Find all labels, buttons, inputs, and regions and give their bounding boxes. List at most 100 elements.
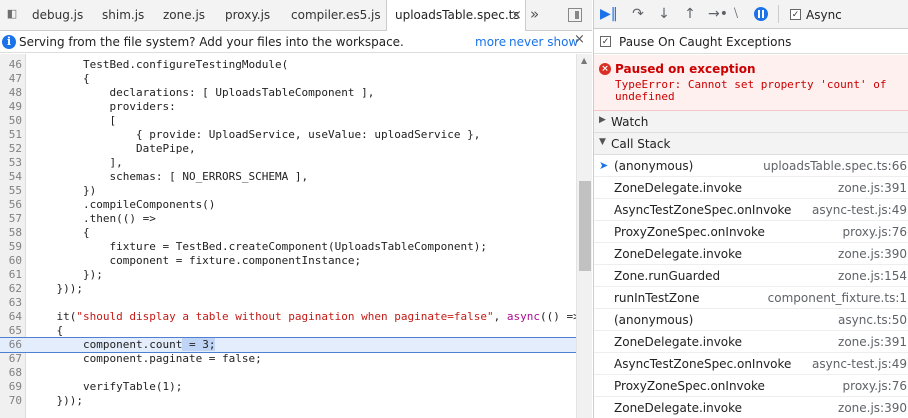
tab-zone-js[interactable]: zone.js: [163, 0, 205, 31]
code-line[interactable]: 52 DatePipe,: [0, 142, 576, 156]
call-frame[interactable]: ZoneDelegate.invoke zone.js:391: [594, 177, 908, 199]
line-number[interactable]: 47: [0, 72, 22, 86]
deactivate-breakpoints-icon[interactable]: ⧵: [728, 6, 744, 22]
navigator-toggle-icon[interactable]: ◧: [4, 6, 20, 22]
async-checkbox[interactable]: ✓: [790, 9, 801, 20]
code-line[interactable]: 63: [0, 296, 576, 310]
more-tabs-button[interactable]: »: [530, 0, 539, 31]
line-number[interactable]: 68: [0, 366, 22, 380]
code-line[interactable]: 68: [0, 366, 576, 380]
line-number[interactable]: 48: [0, 86, 22, 100]
line-number[interactable]: 59: [0, 240, 22, 254]
call-frame[interactable]: ProxyZoneSpec.onInvoke proxy.js:76: [594, 375, 908, 397]
scrollbar-thumb[interactable]: [579, 181, 591, 271]
call-frame[interactable]: ZoneDelegate.invoke zone.js:390: [594, 397, 908, 418]
code-line[interactable]: 64 it("should display a table without pa…: [0, 310, 580, 324]
line-number[interactable]: 61: [0, 268, 22, 282]
code-line[interactable]: 47 {: [0, 72, 576, 86]
frame-location-link[interactable]: component_fixture.ts:1: [768, 291, 907, 305]
code-editor[interactable]: 46 TestBed.configureTestingModule(47 {48…: [0, 54, 592, 418]
call-frame[interactable]: AsyncTestZoneSpec.onInvoke async-test.js:…: [594, 199, 908, 221]
line-number[interactable]: 60: [0, 254, 22, 268]
frame-location-link[interactable]: zone.js:391: [838, 335, 907, 349]
scroll-up-arrow-icon[interactable]: ▲: [581, 56, 587, 65]
code-line[interactable]: 49 providers:: [0, 100, 576, 114]
code-line[interactable]: 48 declarations: [ UploadsTableComponent…: [0, 86, 576, 100]
tab-debug-js[interactable]: debug.js: [32, 0, 83, 31]
code-line[interactable]: 55 }): [0, 184, 576, 198]
code-line[interactable]: 50 [: [0, 114, 576, 128]
call-frame[interactable]: (anonymous) async.ts:50: [594, 309, 908, 331]
line-number[interactable]: 56: [0, 198, 22, 212]
line-number[interactable]: 67: [0, 352, 22, 366]
tab-compiler-es5-js[interactable]: compiler.es5.js: [291, 0, 381, 31]
frame-location-link[interactable]: zone.js:154: [838, 269, 907, 283]
code-line[interactable]: 51 { provide: UploadService, useValue: u…: [0, 128, 576, 142]
frame-location-link[interactable]: async.ts:50: [838, 313, 907, 327]
line-number[interactable]: 69: [0, 380, 22, 394]
line-number[interactable]: 51: [0, 128, 22, 142]
frame-location-link[interactable]: proxy.js:76: [843, 379, 907, 393]
line-number[interactable]: 58: [0, 226, 22, 240]
code-line[interactable]: 57 .then(() =>: [0, 212, 576, 226]
pause-on-caught-checkbox[interactable]: ✓: [600, 36, 611, 47]
infobar-more-link[interactable]: more: [475, 35, 506, 49]
frame-location-link[interactable]: async-test.js:49: [812, 203, 907, 217]
code-line[interactable]: 46 TestBed.configureTestingModule(: [0, 58, 576, 72]
tab-shim-js[interactable]: shim.js: [102, 0, 144, 31]
call-frame[interactable]: runInTestZone component_fixture.ts:1: [594, 287, 908, 309]
line-number[interactable]: 64: [0, 310, 22, 324]
code-line[interactable]: 65 {: [0, 324, 576, 338]
frame-location-link[interactable]: zone.js:390: [838, 401, 907, 415]
call-frame[interactable]: ZoneDelegate.invoke zone.js:391: [594, 331, 908, 353]
code-line[interactable]: 58 {: [0, 226, 576, 240]
step-into-icon[interactable]: ↓: [656, 6, 672, 22]
frame-location-link[interactable]: zone.js:390: [838, 247, 907, 261]
resume-icon[interactable]: ▶‖: [600, 6, 618, 22]
editor-vertical-scrollbar[interactable]: ▲: [576, 54, 592, 418]
line-number[interactable]: 50: [0, 114, 22, 128]
line-number[interactable]: 66: [0, 338, 22, 352]
frame-location-link[interactable]: proxy.js:76: [843, 225, 907, 239]
code-line[interactable]: 56 .compileComponents(): [0, 198, 576, 212]
code-line[interactable]: 70 }));: [0, 394, 576, 408]
line-number[interactable]: 65: [0, 324, 22, 338]
watch-section-header[interactable]: ▶ Watch: [594, 111, 908, 133]
code-line[interactable]: 54 schemas: [ NO_ERRORS_SCHEMA ],: [0, 170, 576, 184]
call-frame[interactable]: AsyncTestZoneSpec.onInvoke async-test.js:…: [594, 353, 908, 375]
frame-location-link[interactable]: zone.js:391: [838, 181, 907, 195]
code-line[interactable]: 66 component.count = 3;: [0, 337, 577, 353]
call-frame[interactable]: Zone.runGuarded zone.js:154: [594, 265, 908, 287]
code-line[interactable]: 61 });: [0, 268, 576, 282]
code-line[interactable]: 67 component.paginate = false;: [0, 352, 576, 366]
code-line[interactable]: 69 verifyTable(1);: [0, 380, 576, 394]
code-line[interactable]: 60 component = fixture.componentInstance…: [0, 254, 576, 268]
call-frame[interactable]: ZoneDelegate.invoke zone.js:390: [594, 243, 908, 265]
code-line[interactable]: 59 fixture = TestBed.createComponent(Upl…: [0, 240, 576, 254]
close-tab-icon[interactable]: ×: [511, 0, 522, 31]
line-number[interactable]: 63: [0, 296, 22, 310]
frame-location-link[interactable]: uploadsTable.spec.ts:66: [763, 159, 907, 173]
step-out-icon[interactable]: ↑: [682, 6, 698, 22]
tab-proxy-js[interactable]: proxy.js: [225, 0, 270, 31]
call-frame[interactable]: ProxyZoneSpec.onInvoke proxy.js:76: [594, 221, 908, 243]
line-number[interactable]: 62: [0, 282, 22, 296]
frame-location-link[interactable]: async-test.js:49: [812, 357, 907, 371]
line-number[interactable]: 55: [0, 184, 22, 198]
infobar-never-show-link[interactable]: never show: [509, 35, 578, 49]
line-number[interactable]: 52: [0, 142, 22, 156]
code-line[interactable]: 53 ],: [0, 156, 576, 170]
close-icon[interactable]: ×: [574, 32, 585, 47]
line-number[interactable]: 49: [0, 100, 22, 114]
tab-uploads-table-spec[interactable]: uploadsTable.spec.ts ×: [386, 0, 526, 32]
step-over-icon[interactable]: ↷: [630, 6, 646, 22]
line-number[interactable]: 54: [0, 170, 22, 184]
line-number[interactable]: 46: [0, 58, 22, 72]
call-frame[interactable]: ➤ (anonymous) uploadsTable.spec.ts:66: [594, 155, 908, 177]
pause-on-exceptions-icon[interactable]: [754, 7, 768, 21]
line-number[interactable]: 57: [0, 212, 22, 226]
line-number[interactable]: 53: [0, 156, 22, 170]
call-stack-section-header[interactable]: ▼ Call Stack: [594, 133, 908, 155]
toggle-debugger-sidebar-icon[interactable]: [568, 8, 582, 22]
step-icon[interactable]: →•: [708, 6, 728, 22]
